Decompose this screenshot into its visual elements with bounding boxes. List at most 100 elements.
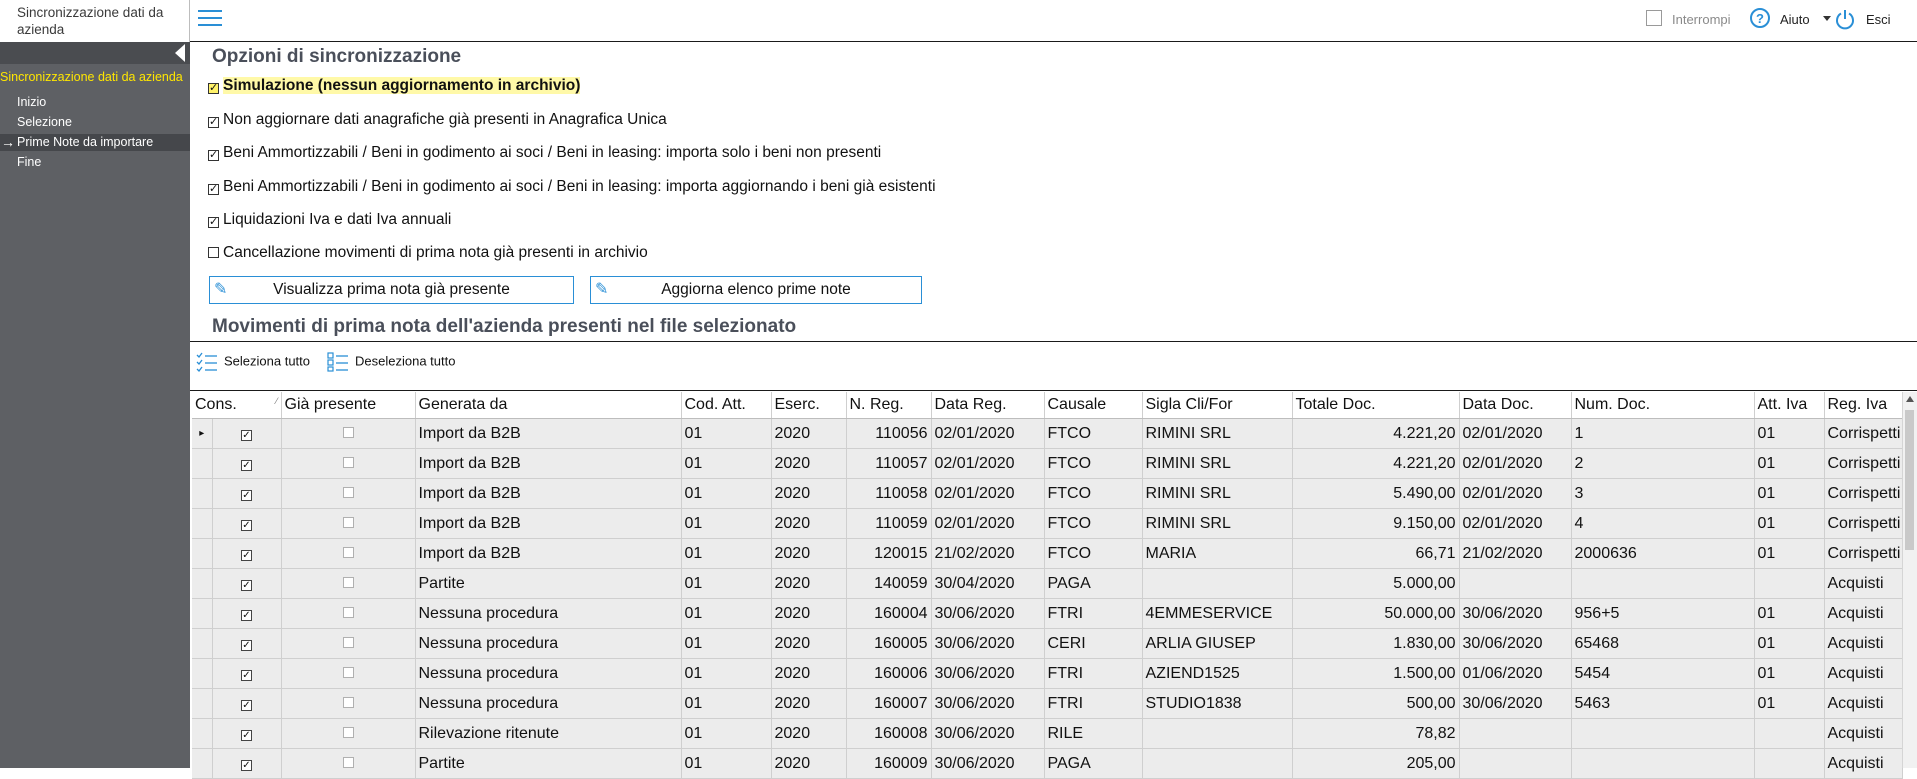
power-icon[interactable]	[1834, 8, 1856, 30]
generata-da-cell[interactable]: Import da B2B	[415, 508, 682, 539]
scroll-up-icon[interactable]	[1906, 396, 1914, 402]
gia-presente-checkbox[interactable]	[342, 726, 354, 738]
cod-att-cell[interactable]: 01	[681, 478, 772, 509]
row-header[interactable]	[192, 598, 213, 629]
sigla-cli-for-cell[interactable]: ARLIA GIUSEP	[1142, 628, 1293, 659]
sigla-cli-for-cell[interactable]: 4EMMESERVICE	[1142, 598, 1293, 629]
eserc-cell[interactable]: 2020	[771, 568, 847, 599]
cod-att-cell[interactable]: 01	[681, 448, 772, 479]
att-iva-cell[interactable]: 01	[1754, 658, 1825, 689]
cons-cell[interactable]: ✓	[212, 478, 282, 509]
data-reg-cell[interactable]: 30/06/2020	[931, 748, 1045, 779]
data-doc-cell[interactable]	[1459, 568, 1572, 599]
data-doc-cell[interactable]	[1459, 718, 1572, 749]
row-header[interactable]	[192, 628, 213, 659]
causale-cell[interactable]: FTCO	[1044, 418, 1143, 449]
causale-cell[interactable]: FTCO	[1044, 538, 1143, 569]
data-reg-cell[interactable]: 30/06/2020	[931, 688, 1045, 719]
gia-presente-checkbox[interactable]	[342, 456, 354, 468]
checkbox-checked[interactable]: ✓	[208, 217, 219, 228]
n-reg-cell[interactable]: 110056	[846, 418, 932, 449]
generata-da-cell[interactable]: Nessuna procedura	[415, 598, 682, 629]
totale-doc-cell[interactable]: 205,00	[1292, 748, 1460, 779]
scrollbar-thumb[interactable]	[1905, 410, 1914, 550]
sigla-cli-for-cell[interactable]: MARIA	[1142, 538, 1293, 569]
n-reg-cell[interactable]: 120015	[846, 538, 932, 569]
gia-presente-checkbox[interactable]	[342, 666, 354, 678]
att-iva-cell[interactable]	[1754, 718, 1825, 749]
cod-att-cell[interactable]: 01	[681, 508, 772, 539]
att-iva-cell[interactable]: 01	[1754, 628, 1825, 659]
cons-cell[interactable]: ✓	[212, 748, 282, 779]
cons-checkbox[interactable]: ✓	[241, 489, 252, 501]
gia-presente-cell[interactable]	[281, 688, 416, 719]
cons-checkbox[interactable]: ✓	[241, 549, 252, 561]
att-iva-cell[interactable]	[1754, 568, 1825, 599]
data-reg-cell[interactable]: 30/06/2020	[931, 628, 1045, 659]
att-iva-cell[interactable]	[1754, 748, 1825, 779]
data-doc-cell[interactable]: 02/01/2020	[1459, 448, 1572, 479]
gia-presente-checkbox[interactable]	[342, 426, 354, 438]
checkbox-checked[interactable]: ✓	[208, 83, 219, 94]
help-button[interactable]: Aiuto	[1780, 12, 1810, 27]
column-header-generata-da[interactable]: Generata da	[415, 392, 682, 419]
reg-iva-cell[interactable]: Acquisti	[1824, 628, 1903, 659]
option-simulazione[interactable]: ✓ Simulazione (nessun aggiornamento in ar…	[208, 77, 581, 97]
sidebar-step-inizio[interactable]: Inizio	[0, 94, 190, 111]
totale-doc-cell[interactable]: 4.221,20	[1292, 448, 1460, 479]
att-iva-cell[interactable]: 01	[1754, 688, 1825, 719]
sigla-cli-for-cell[interactable]	[1142, 568, 1293, 599]
hamburger-menu-icon[interactable]	[198, 8, 222, 28]
totale-doc-cell[interactable]: 5.000,00	[1292, 568, 1460, 599]
deselect-all-button[interactable]: Deseleziona tutto	[327, 352, 455, 372]
num-doc-cell[interactable]: 5463	[1571, 688, 1755, 719]
gia-presente-checkbox[interactable]	[342, 756, 354, 768]
cod-att-cell[interactable]: 01	[681, 718, 772, 749]
row-header[interactable]	[192, 688, 213, 719]
n-reg-cell[interactable]: 160006	[846, 658, 932, 689]
cons-checkbox[interactable]: ✓	[241, 759, 252, 771]
totale-doc-cell[interactable]: 50.000,00	[1292, 598, 1460, 629]
reg-iva-cell[interactable]: Corrispetti	[1824, 418, 1903, 449]
data-reg-cell[interactable]: 30/04/2020	[931, 568, 1045, 599]
reg-iva-cell[interactable]: Acquisti	[1824, 718, 1903, 749]
generata-da-cell[interactable]: Import da B2B	[415, 448, 682, 479]
generata-da-cell[interactable]: Import da B2B	[415, 538, 682, 569]
att-iva-cell[interactable]: 01	[1754, 448, 1825, 479]
reg-iva-cell[interactable]: Corrispetti	[1824, 478, 1903, 509]
interrompi-label[interactable]: Interrompi	[1672, 12, 1731, 27]
sidebar-collapse-button[interactable]	[0, 42, 190, 64]
generata-da-cell[interactable]: Import da B2B	[415, 478, 682, 509]
reg-iva-cell[interactable]: Acquisti	[1824, 568, 1903, 599]
gia-presente-cell[interactable]	[281, 658, 416, 689]
gia-presente-cell[interactable]	[281, 748, 416, 779]
gia-presente-cell[interactable]	[281, 598, 416, 629]
cons-cell[interactable]: ✓	[212, 448, 282, 479]
gia-presente-cell[interactable]	[281, 508, 416, 539]
data-doc-cell[interactable]: 02/01/2020	[1459, 478, 1572, 509]
table-row[interactable]: ✓ Nessuna procedura 01 2020 160004 30/06/2020…	[192, 598, 1903, 629]
gia-presente-cell[interactable]	[281, 418, 416, 449]
option-non-aggiornare-anagrafiche[interactable]: ✓ Non aggiornare dati anagrafiche già pre…	[208, 111, 667, 131]
column-header-cod-att[interactable]: Cod. Att.	[681, 392, 772, 419]
gia-presente-cell[interactable]	[281, 538, 416, 569]
cons-checkbox[interactable]: ✓	[241, 579, 252, 591]
n-reg-cell[interactable]: 110059	[846, 508, 932, 539]
cons-cell[interactable]: ✓	[212, 508, 282, 539]
totale-doc-cell[interactable]: 1.830,00	[1292, 628, 1460, 659]
data-reg-cell[interactable]: 21/02/2020	[931, 538, 1045, 569]
generata-da-cell[interactable]: Partite	[415, 748, 682, 779]
help-icon[interactable]: ?	[1750, 8, 1770, 28]
n-reg-cell[interactable]: 160009	[846, 748, 932, 779]
data-doc-cell[interactable]	[1459, 748, 1572, 779]
current-row-indicator-icon[interactable]: ▸	[192, 418, 213, 449]
cons-checkbox[interactable]: ✓	[241, 669, 252, 681]
totale-doc-cell[interactable]: 9.150,00	[1292, 508, 1460, 539]
vertical-scrollbar[interactable]	[1902, 392, 1917, 768]
chevron-down-icon[interactable]	[1823, 16, 1831, 21]
sidebar-step-selezione[interactable]: Selezione	[0, 114, 190, 131]
view-existing-button[interactable]: ✎ Visualizza prima nota già presente	[209, 276, 574, 304]
cons-cell[interactable]: ✓	[212, 658, 282, 689]
checkbox-checked[interactable]: ✓	[208, 184, 219, 195]
causale-cell[interactable]: FTRI	[1044, 658, 1143, 689]
